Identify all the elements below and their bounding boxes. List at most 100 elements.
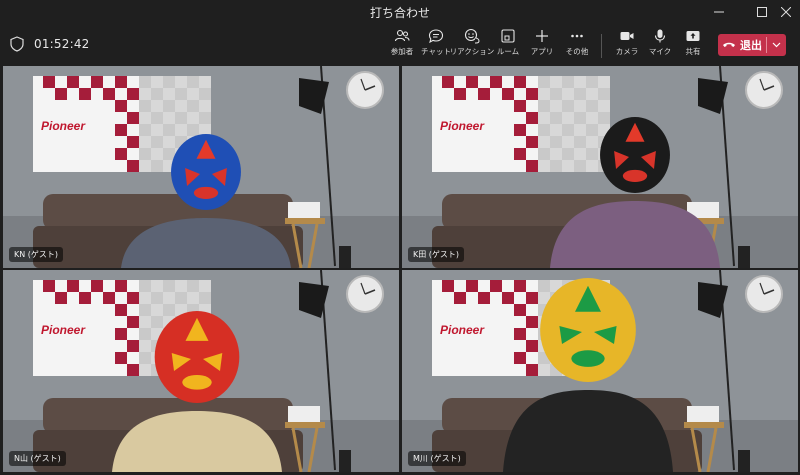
- poster-check: [139, 148, 151, 160]
- poster-check: [562, 124, 574, 136]
- poster-check: [175, 124, 187, 136]
- brand-logo: Pioneer: [41, 323, 86, 337]
- leave-main[interactable]: 退出: [718, 34, 766, 56]
- speaker: [339, 246, 351, 268]
- poster-check: [538, 148, 550, 160]
- poster-check: [466, 76, 478, 88]
- window-titlebar: 打ち合わせ: [0, 0, 800, 24]
- poster-check: [175, 280, 187, 292]
- poster-check: [526, 292, 538, 304]
- more-button[interactable]: その他: [559, 28, 595, 62]
- poster-check: [442, 280, 454, 292]
- poster-check: [199, 100, 211, 112]
- poster-check: [103, 292, 115, 304]
- poster-check: [442, 76, 454, 88]
- poster-check: [538, 280, 550, 292]
- poster-check: [514, 304, 526, 316]
- poster-check: [139, 292, 151, 304]
- participant-name: N山 (ゲスト): [9, 451, 66, 466]
- poster-check: [163, 124, 175, 136]
- window-title: 打ち合わせ: [369, 6, 430, 20]
- poster-check: [43, 76, 55, 88]
- brand-logo: Pioneer: [41, 119, 86, 133]
- poster-check: [175, 88, 187, 100]
- poster-check: [199, 112, 211, 124]
- poster-check: [550, 160, 562, 172]
- video-feed: Pioneer: [402, 66, 798, 268]
- poster-check: [115, 124, 127, 136]
- poster-check: [187, 100, 199, 112]
- poster-check: [115, 352, 127, 364]
- participant-tile[interactable]: Pioneer M川 (ゲスト): [402, 270, 798, 472]
- poster-check: [187, 280, 199, 292]
- poster-check: [175, 292, 187, 304]
- poster-check: [550, 148, 562, 160]
- poster-check: [139, 100, 151, 112]
- share-label: 共有: [685, 47, 701, 56]
- poster-check: [187, 76, 199, 88]
- poster-check: [550, 124, 562, 136]
- poster-check: [163, 88, 175, 100]
- poster-check: [514, 280, 526, 292]
- books: [288, 202, 320, 218]
- table-top: [285, 218, 325, 224]
- poster-check: [127, 316, 139, 328]
- poster-check: [163, 100, 175, 112]
- poster-check: [586, 160, 598, 172]
- leave-label: 退出: [740, 39, 762, 52]
- poster-check: [586, 100, 598, 112]
- poster-check: [55, 292, 67, 304]
- poster-check: [127, 364, 139, 376]
- poster-check: [151, 304, 163, 316]
- more-label: その他: [565, 47, 589, 56]
- leave-button[interactable]: 退出: [718, 34, 786, 56]
- participant-tile[interactable]: Pioneer N山 (ゲスト): [3, 270, 399, 472]
- poster-check: [514, 76, 526, 88]
- poster-check: [454, 292, 466, 304]
- close-button[interactable]: [771, 0, 800, 24]
- poster-check: [478, 88, 490, 100]
- brand-logo: Pioneer: [440, 119, 485, 133]
- meeting-toolbar: 01:52:42 参加者 チャット リアクション ルーム アプリ その他 カメラ…: [0, 24, 800, 64]
- participant-tile[interactable]: Pioneer KN (ゲスト): [3, 66, 399, 268]
- share-button[interactable]: 共有: [675, 28, 711, 62]
- poster-check: [151, 160, 163, 172]
- poster-check: [175, 112, 187, 124]
- poster-check: [163, 136, 175, 148]
- participant-name: KN (ゲスト): [9, 247, 64, 262]
- poster-check: [490, 76, 502, 88]
- poster-check: [454, 88, 466, 100]
- poster-check: [91, 76, 103, 88]
- poster-check: [151, 112, 163, 124]
- poster-check: [139, 76, 151, 88]
- poster-check: [526, 112, 538, 124]
- meeting-timer: 01:52:42: [34, 37, 90, 51]
- poster-check: [199, 88, 211, 100]
- minimize-button[interactable]: [704, 0, 734, 24]
- poster-check: [139, 160, 151, 172]
- poster-check: [574, 112, 586, 124]
- camera-icon: [620, 32, 634, 40]
- poster-check: [550, 112, 562, 124]
- poster-check: [43, 280, 55, 292]
- poster-check: [139, 136, 151, 148]
- poster-check: [574, 88, 586, 100]
- rooms-icon: [501, 29, 515, 43]
- participant-tile[interactable]: Pioneer K田 (ゲスト): [402, 66, 798, 268]
- books: [687, 406, 719, 422]
- poster-check: [526, 364, 538, 376]
- poster-check: [79, 292, 91, 304]
- books: [288, 406, 320, 422]
- reaction-icon: [464, 28, 480, 44]
- poster-check: [139, 304, 151, 316]
- poster-check: [151, 292, 163, 304]
- poster-check: [151, 100, 163, 112]
- poster-check: [115, 328, 127, 340]
- poster-check: [163, 76, 175, 88]
- poster-check: [151, 280, 163, 292]
- share-icon: [686, 31, 700, 41]
- poster-check: [151, 148, 163, 160]
- poster-check: [115, 148, 127, 160]
- poster-check: [199, 76, 211, 88]
- leave-dropdown[interactable]: [767, 34, 786, 56]
